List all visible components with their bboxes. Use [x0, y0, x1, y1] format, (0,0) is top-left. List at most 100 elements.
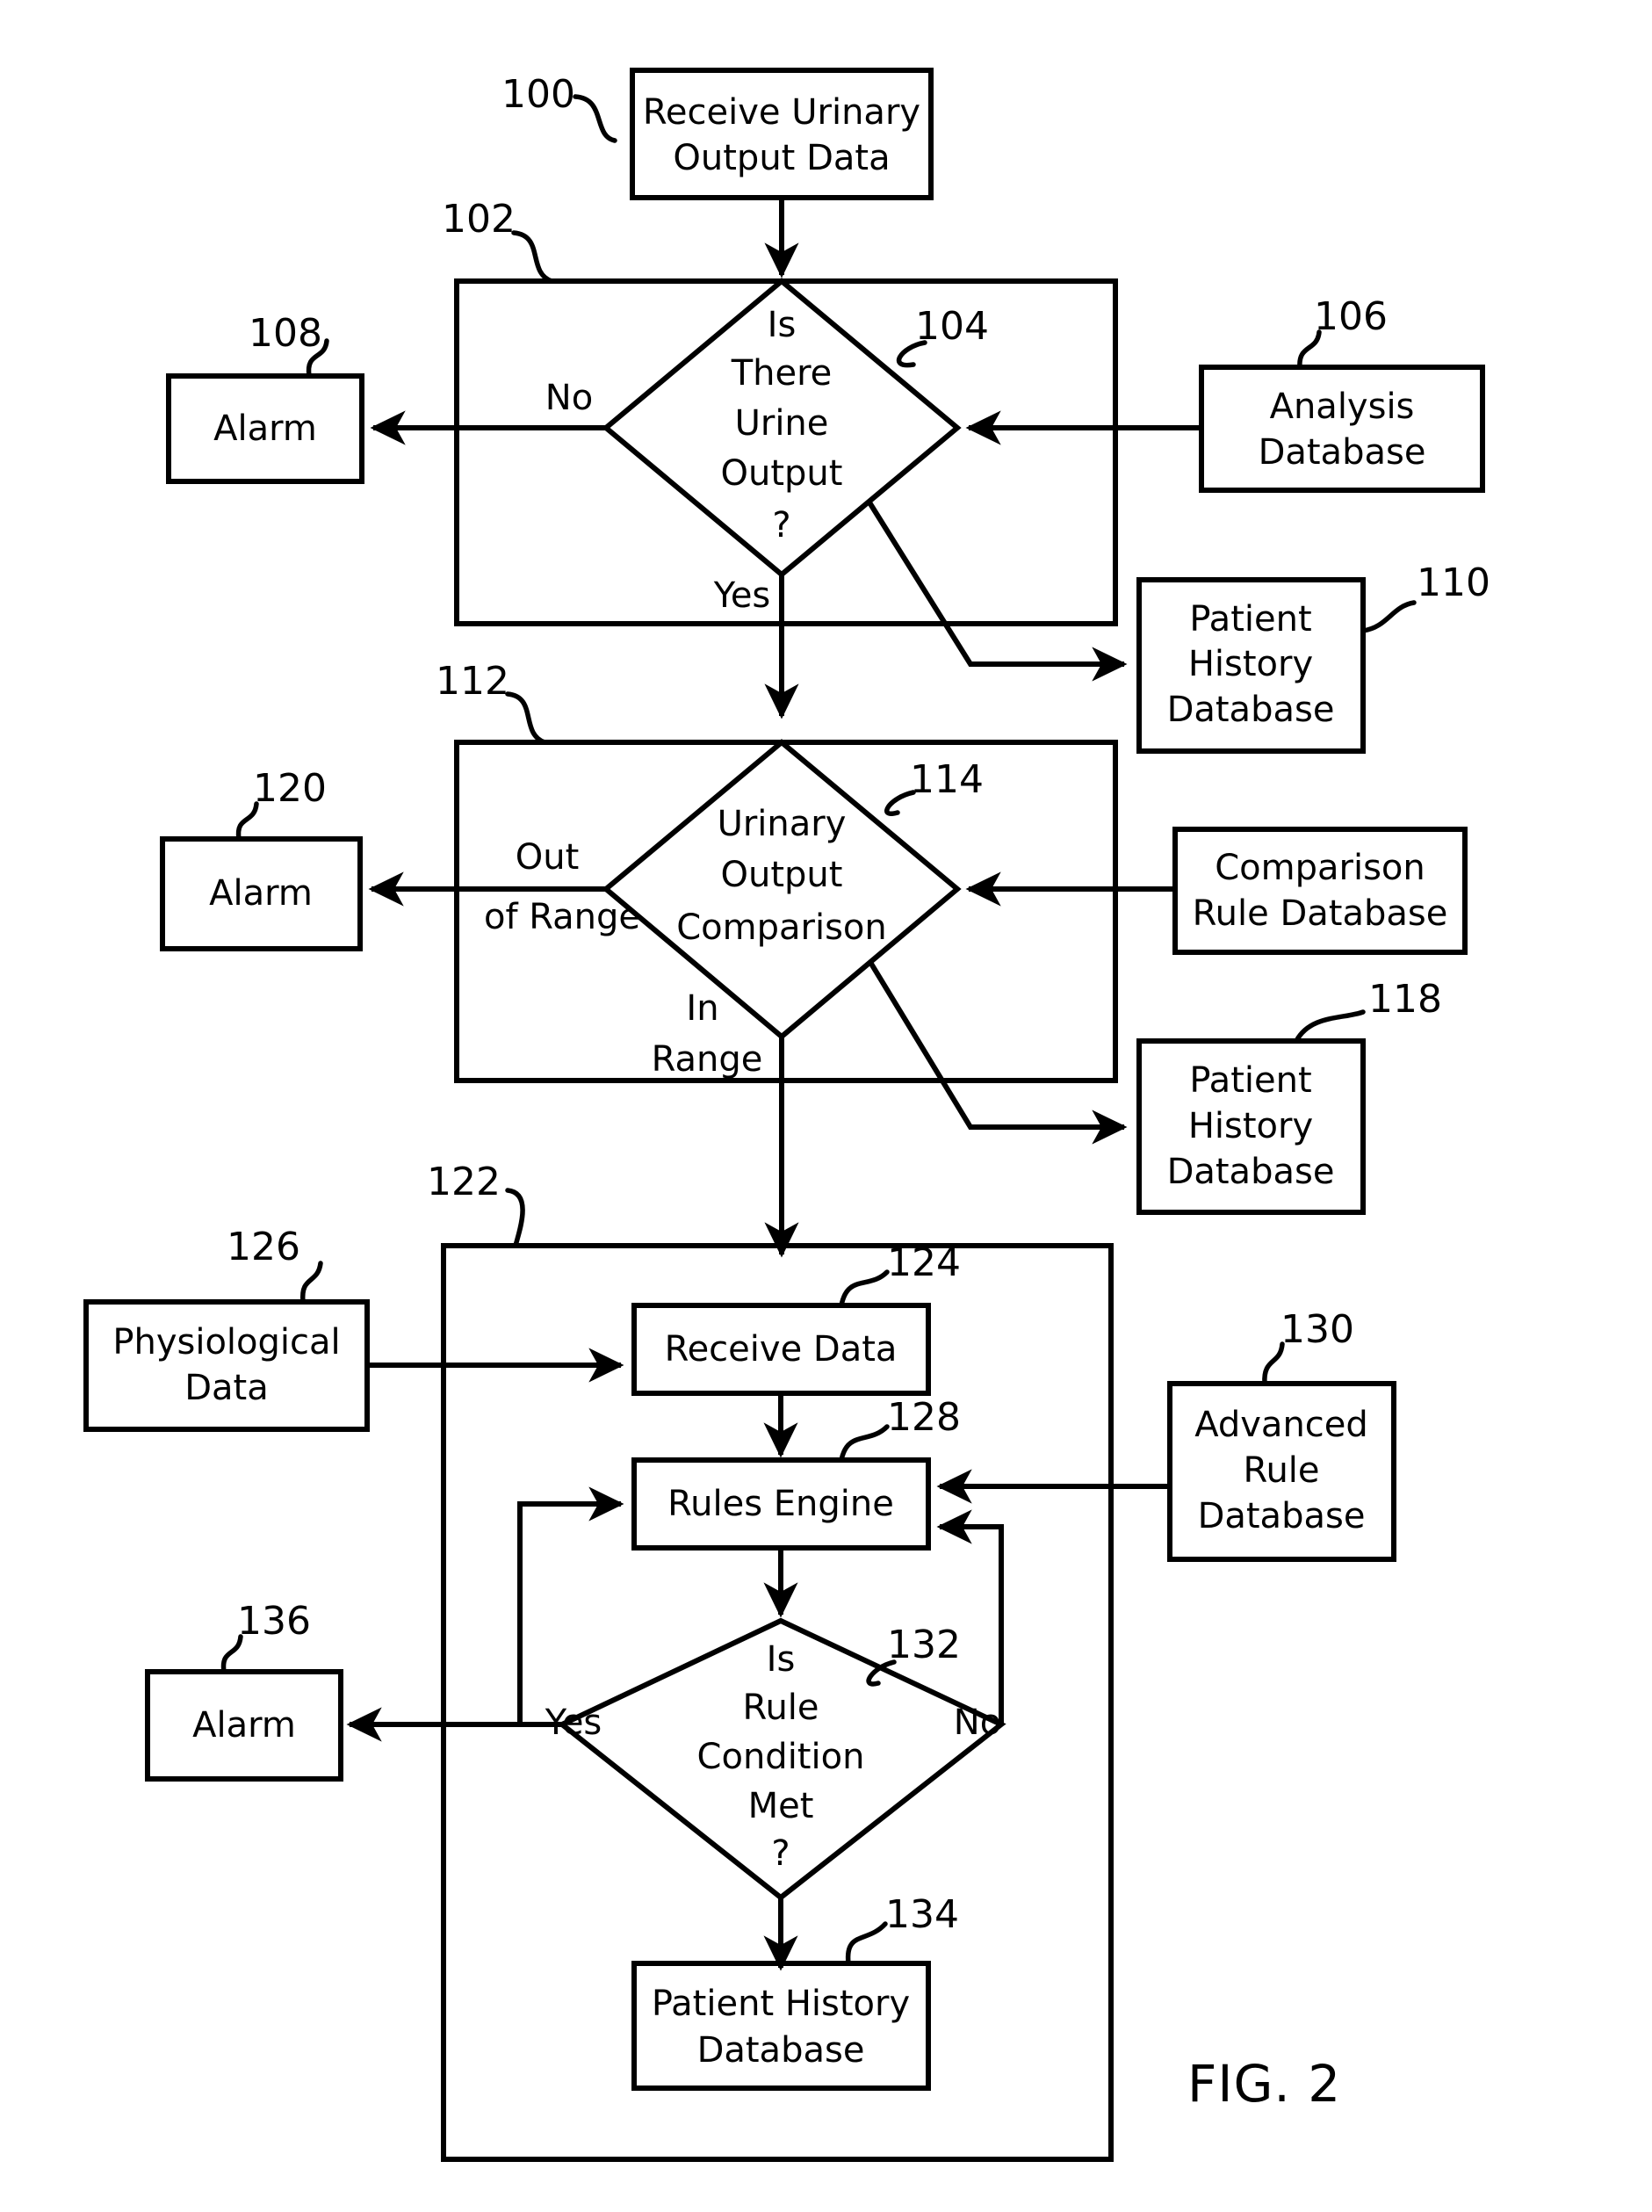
is-there-urine-output-line1: Is [768, 305, 797, 345]
comparison-rule-database-line1: Comparison [1215, 848, 1425, 888]
receive-data-label: Receive Data [665, 1329, 898, 1370]
node-alarm-120: Alarm [160, 836, 363, 951]
advanced-rule-database-line1: Advanced [1194, 1405, 1368, 1445]
urinary-output-comparison-line1: Urinary [718, 804, 847, 844]
comparison-rule-database-line2: Rule Database [1193, 893, 1448, 934]
ref-number-132: 132 [887, 1623, 961, 1667]
patient-history-118-line3: Database [1167, 1152, 1335, 1192]
node-advanced-rule-database: Advanced Rule Database [1167, 1381, 1396, 1562]
patient-history-118-line2: History [1188, 1106, 1313, 1146]
ref-number-100: 100 [501, 72, 575, 117]
ref-number-136: 136 [237, 1599, 311, 1644]
ref-number-102: 102 [442, 197, 516, 242]
ref-number-126: 126 [227, 1225, 300, 1269]
urinary-output-comparison-line2: Output [721, 855, 843, 895]
ref-number-106: 106 [1314, 294, 1388, 339]
patent-figure-2: Receive Urinary Output Data 100 102 Is T… [0, 0, 1652, 2212]
physiological-data-line2: Data [184, 1368, 269, 1408]
node-urinary-output-comparison: Urinary Output Comparison [602, 739, 962, 1040]
analysis-database-line2: Database [1259, 432, 1426, 473]
ref-leader-104: 104 [896, 304, 989, 368]
edge-114-to-patient-history-118 [869, 962, 1128, 1145]
receive-urinary-output-data-line1: Receive Urinary [643, 92, 920, 133]
node-receive-urinary-output-data: Receive Urinary Output Data [630, 68, 934, 200]
ref-leader-102: 102 [442, 197, 554, 284]
ref-number-114: 114 [910, 757, 984, 802]
is-there-urine-output-line5: ? [772, 505, 790, 546]
edge-label-no-urine: No [545, 378, 593, 418]
is-rule-condition-met-line2: Rule [742, 1688, 819, 1728]
alarm-108-label: Alarm [213, 408, 317, 449]
ref-leader-128: 128 [839, 1395, 961, 1463]
ref-number-134: 134 [885, 1892, 959, 1937]
edge-label-no-rule: No [954, 1702, 1001, 1743]
ref-leader-134: 134 [845, 1892, 959, 1966]
advanced-rule-database-line3: Database [1198, 1496, 1366, 1536]
node-patient-history-database-118: Patient History Database [1136, 1038, 1366, 1215]
ref-number-124: 124 [887, 1240, 961, 1285]
rules-engine-label: Rules Engine [667, 1484, 894, 1524]
edge-104-to-patient-history-110 [867, 501, 1128, 682]
node-rules-engine: Rules Engine [631, 1457, 931, 1551]
is-rule-condition-met-line1: Is [767, 1639, 796, 1680]
is-there-urine-output-line3: Urine [735, 403, 829, 444]
analysis-database-line1: Analysis [1270, 387, 1415, 427]
patient-history-110-line2: History [1188, 644, 1313, 684]
ref-leader-130: 130 [1262, 1307, 1354, 1386]
patient-history-118-line1: Patient [1189, 1060, 1311, 1101]
ref-leader-112: 112 [436, 659, 547, 745]
edge-label-in-range-line1: In [686, 988, 718, 1029]
ref-leader-114: 114 [884, 757, 984, 816]
edge-label-out-of-range-line2: of Range [484, 897, 640, 937]
ref-number-110: 110 [1417, 560, 1490, 605]
figure-caption: FIG. 2 [1187, 2054, 1341, 2114]
node-comparison-rule-database: Comparison Rule Database [1172, 827, 1468, 955]
is-there-urine-output-line2: There [731, 353, 833, 394]
alarm-136-label: Alarm [192, 1705, 296, 1746]
ref-leader-100: 100 [501, 72, 617, 143]
patient-history-134-line1: Patient History [652, 1984, 910, 2024]
ref-leader-120: 120 [235, 766, 327, 842]
edge-label-in-range-line2: Range [652, 1039, 763, 1080]
node-physiological-data: Physiological Data [83, 1299, 370, 1432]
node-receive-data: Receive Data [631, 1303, 931, 1396]
patient-history-134-line2: Database [697, 2030, 865, 2071]
urinary-output-comparison-line3: Comparison [676, 907, 887, 948]
advanced-rule-database-line2: Rule [1243, 1450, 1319, 1491]
patient-history-110-line1: Patient [1189, 599, 1311, 640]
edge-label-yes-urine: Yes [713, 575, 771, 616]
edge-label-out-of-range-line1: Out [516, 837, 580, 878]
ref-number-108: 108 [249, 311, 322, 356]
alarm-120-label: Alarm [209, 873, 313, 914]
ref-number-122: 122 [427, 1160, 501, 1204]
is-rule-condition-met-line5: ? [771, 1833, 790, 1874]
ref-number-112: 112 [436, 659, 509, 704]
node-patient-history-database-134: Patient History Database [631, 1961, 931, 2091]
physiological-data-line1: Physiological [112, 1322, 340, 1363]
node-patient-history-database-110: Patient History Database [1136, 577, 1366, 754]
ref-number-130: 130 [1280, 1307, 1354, 1352]
ref-leader-110: 110 [1360, 560, 1490, 633]
ref-leader-118: 118 [1294, 977, 1442, 1044]
node-alarm-136: Alarm [145, 1669, 343, 1782]
ref-leader-126: 126 [227, 1225, 323, 1305]
ref-leader-132: 132 [866, 1623, 961, 1687]
is-rule-condition-met-line4: Met [748, 1786, 814, 1826]
ref-leader-124: 124 [839, 1240, 961, 1308]
ref-number-104: 104 [915, 304, 989, 349]
ref-leader-108: 108 [249, 311, 329, 379]
flowchart-canvas: Receive Urinary Output Data 100 102 Is T… [83, 68, 1490, 2162]
is-there-urine-output-line4: Output [721, 453, 843, 494]
ref-leader-106: 106 [1297, 294, 1388, 370]
receive-urinary-output-data-line2: Output Data [673, 138, 890, 178]
node-analysis-database: Analysis Database [1199, 365, 1485, 493]
is-rule-condition-met-line3: Condition [697, 1737, 865, 1777]
node-alarm-108: Alarm [166, 373, 364, 484]
ref-number-118: 118 [1368, 977, 1442, 1022]
node-is-there-urine-output: Is There Urine Output ? [602, 278, 962, 578]
ref-number-120: 120 [253, 766, 327, 811]
ref-leader-136: 136 [220, 1599, 311, 1674]
edge-yes-rule-feedback-to-rules-engine [517, 1486, 624, 1724]
patient-history-110-line3: Database [1167, 690, 1335, 730]
ref-leader-122: 122 [427, 1160, 525, 1248]
